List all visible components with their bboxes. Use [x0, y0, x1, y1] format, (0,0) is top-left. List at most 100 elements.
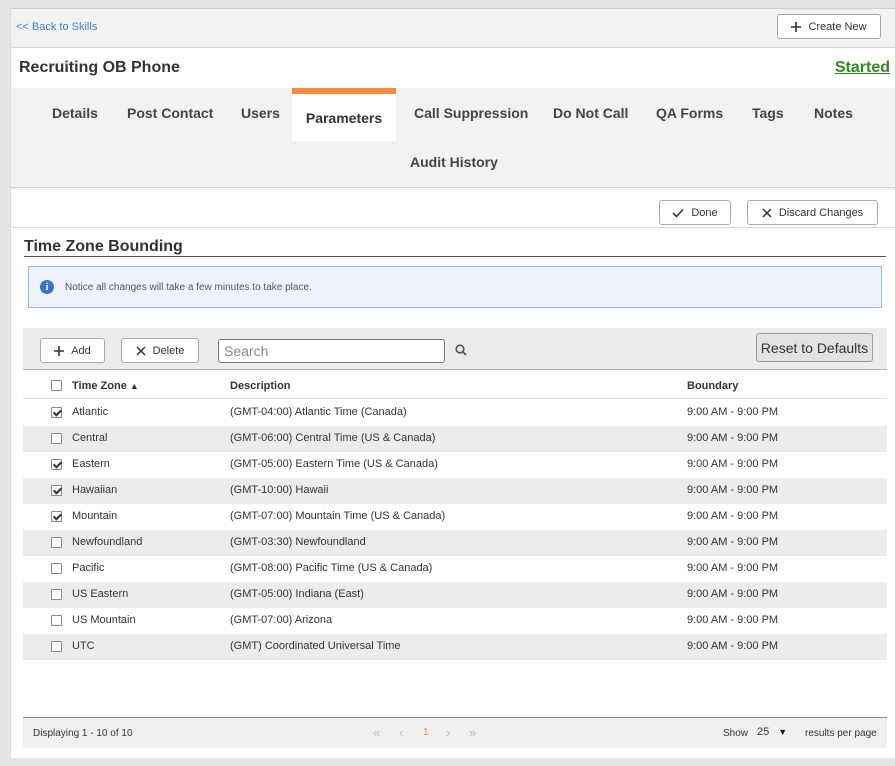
tab-users[interactable]: Users	[241, 105, 280, 121]
time-zone-cell: Mountain	[72, 510, 118, 522]
select-all-checkbox[interactable]	[51, 380, 62, 391]
row-checkbox[interactable]	[51, 511, 62, 522]
skill-panel: << Back to Skills Create New Recruiting …	[10, 8, 895, 758]
tab-bar: Details Post Contact Users Parameters Ca…	[11, 88, 895, 188]
section-underline	[24, 256, 886, 257]
table-row[interactable]: Pacific (GMT-08:00) Pacific Time (US & Ca…	[23, 556, 887, 582]
row-checkbox[interactable]	[51, 641, 62, 652]
time-zone-grid: Add Delete Reset to Defaults Time Zone ▲…	[23, 328, 887, 748]
time-zone-cell: Eastern	[72, 458, 110, 470]
boundary-cell: 9:00 AM - 9:00 PM	[687, 640, 779, 652]
time-zone-cell: US Eastern	[72, 588, 129, 600]
table-row[interactable]: Newfoundland (GMT-03:30) Newfoundland 9:00…	[23, 530, 887, 556]
next-page-icon[interactable]: ›	[446, 725, 450, 740]
row-checkbox[interactable]	[51, 407, 62, 418]
column-header-boundary[interactable]: Boundary	[687, 380, 738, 392]
previous-page-icon[interactable]: ‹	[399, 725, 403, 740]
boundary-cell: 9:00 AM - 9:00 PM	[687, 458, 779, 470]
add-label: Add	[71, 344, 91, 357]
current-page[interactable]: 1	[423, 727, 429, 738]
notice-text: Notice all changes will take a few minut…	[65, 281, 312, 293]
per-page-select[interactable]: 25 ▼	[757, 726, 787, 738]
row-checkbox[interactable]	[51, 459, 62, 470]
plus-icon	[54, 345, 65, 356]
table-row[interactable]: US Mountain (GMT-07:00) Arizona 9:00 AM - …	[23, 608, 887, 634]
delete-label: Delete	[152, 344, 185, 357]
done-button[interactable]: Done	[659, 200, 731, 225]
row-checkbox[interactable]	[51, 433, 62, 444]
content-area: Done Discard Changes Time Zone Bounding …	[11, 190, 895, 758]
time-zone-cell: Atlantic	[72, 406, 109, 418]
first-page-icon[interactable]: «	[373, 725, 380, 740]
tab-audit-history[interactable]: Audit History	[410, 154, 498, 170]
tab-notes[interactable]: Notes	[814, 105, 853, 121]
tab-tags[interactable]: Tags	[752, 105, 784, 121]
tab-details[interactable]: Details	[52, 105, 98, 121]
pagination-bar: Displaying 1 - 10 of 10 « ‹ 1 › » Show 2…	[23, 717, 887, 748]
table-header: Time Zone ▲ Description Boundary	[23, 371, 887, 399]
tab-do-not-call[interactable]: Do Not Call	[553, 105, 628, 121]
description-cell: (GMT-08:00) Pacific Time (US & Canada)	[230, 562, 433, 574]
notice-banner: i Notice all changes will take a few min…	[28, 266, 882, 308]
row-checkbox[interactable]	[51, 485, 62, 496]
boundary-cell: 9:00 AM - 9:00 PM	[687, 432, 779, 444]
divider	[11, 227, 895, 228]
create-new-label: Create New	[808, 20, 867, 33]
row-checkbox[interactable]	[51, 615, 62, 626]
tab-qa-forms[interactable]: QA Forms	[656, 105, 723, 121]
description-cell: (GMT-10:00) Hawaii	[230, 484, 329, 496]
search-icon[interactable]	[455, 344, 467, 356]
description-cell: (GMT-04:00) Atlantic Time (Canada)	[230, 406, 407, 418]
discard-changes-button[interactable]: Discard Changes	[747, 200, 878, 225]
row-checkbox[interactable]	[51, 589, 62, 600]
last-page-icon[interactable]: »	[469, 725, 476, 740]
description-cell: (GMT-03:30) Newfoundland	[230, 536, 366, 548]
time-zone-cell: Pacific	[72, 562, 105, 574]
description-cell: (GMT-07:00) Arizona	[230, 614, 333, 626]
boundary-cell: 9:00 AM - 9:00 PM	[687, 510, 779, 522]
delete-button[interactable]: Delete	[121, 338, 199, 363]
boundary-cell: 9:00 AM - 9:00 PM	[687, 588, 779, 600]
back-to-skills-link[interactable]: << Back to Skills	[16, 21, 97, 33]
time-zone-cell: Newfoundland	[72, 536, 143, 548]
description-cell: (GMT-06:00) Central Time (US & Canada)	[230, 432, 436, 444]
time-zone-cell: US Mountain	[72, 614, 136, 626]
row-checkbox[interactable]	[51, 563, 62, 574]
per-page-value: 25	[757, 726, 770, 738]
table-row[interactable]: Atlantic (GMT-04:00) Atlantic Time (Canad…	[23, 400, 887, 426]
table-row[interactable]: Central (GMT-06:00) Central Time (US & Ca…	[23, 426, 887, 452]
time-zone-cell: Hawaiian	[72, 484, 118, 496]
reset-to-defaults-button[interactable]: Reset to Defaults	[756, 333, 873, 362]
table-row[interactable]: Hawaiian (GMT-10:00) Hawaii 9:00 AM - 9:00…	[23, 478, 887, 504]
close-icon	[136, 345, 146, 356]
page-title: Recruiting OB Phone	[19, 59, 180, 76]
title-bar: Recruiting OB Phone Started	[11, 48, 895, 88]
caret-down-icon: ▼	[778, 727, 788, 737]
tab-call-suppression[interactable]: Call Suppression	[414, 105, 528, 121]
description-cell: (GMT-05:00) Eastern Time (US & Canada)	[230, 458, 438, 470]
results-per-page-label: results per page	[805, 728, 877, 739]
table-row[interactable]: Mountain (GMT-07:00) Mountain Time (US & …	[23, 504, 887, 530]
create-new-button[interactable]: Create New	[777, 14, 881, 39]
table-row[interactable]: Eastern (GMT-05:00) Eastern Time (US & Ca…	[23, 452, 887, 478]
status-link[interactable]: Started	[835, 59, 890, 77]
search-input[interactable]	[218, 339, 445, 363]
description-cell: (GMT) Coordinated Universal Time	[230, 640, 401, 652]
done-label: Done	[691, 206, 718, 219]
column-header-description[interactable]: Description	[230, 380, 291, 392]
tab-post-contact[interactable]: Post Contact	[127, 105, 213, 121]
boundary-cell: 9:00 AM - 9:00 PM	[687, 536, 779, 548]
time-zone-cell: UTC	[72, 640, 95, 652]
table-row[interactable]: US Eastern (GMT-05:00) Indiana (East) 9:00…	[23, 582, 887, 608]
column-header-time-zone[interactable]: Time Zone ▲	[72, 380, 139, 392]
row-checkbox[interactable]	[51, 537, 62, 548]
grid-toolbar: Add Delete Reset to Defaults	[23, 328, 887, 370]
tab-parameters[interactable]: Parameters	[292, 88, 396, 141]
show-label: Show	[723, 728, 749, 739]
add-button[interactable]: Add	[40, 338, 105, 363]
table-row[interactable]: UTC (GMT) Coordinated Universal Time 9:00 …	[23, 634, 887, 660]
boundary-cell: 9:00 AM - 9:00 PM	[687, 562, 779, 574]
section-title: Time Zone Bounding	[24, 238, 183, 255]
description-cell: (GMT-05:00) Indiana (East)	[230, 588, 364, 600]
pagination-info: Displaying 1 - 10 of 10	[33, 728, 133, 739]
